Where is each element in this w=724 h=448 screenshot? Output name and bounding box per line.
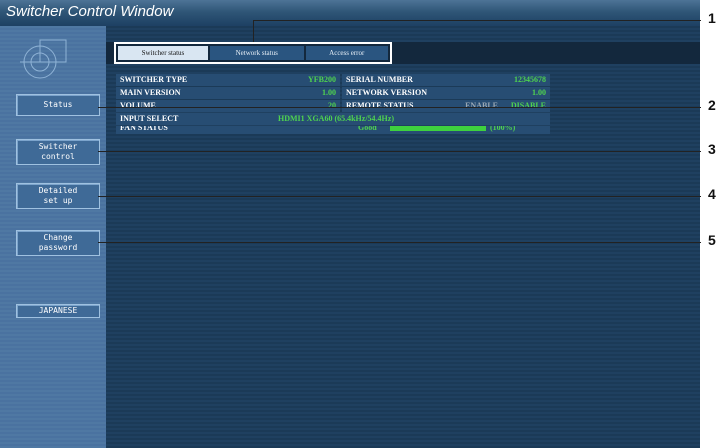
serial-number-label: SERIAL NUMBER xyxy=(342,74,442,86)
main-version-value: 1.00 xyxy=(216,87,340,99)
callout-number-1: 1 xyxy=(708,10,716,26)
callout-line-1 xyxy=(253,20,701,21)
table-row: INPUT SELECT HDMI1 XGA60 (65.4kHz/54.4Hz… xyxy=(116,113,550,125)
tab-switcher-status[interactable]: Switcher status xyxy=(118,46,208,60)
input-select-label: INPUT SELECT xyxy=(116,113,216,125)
table-row: MAIN VERSION 1.00 NETWORK VERSION 1.00 xyxy=(116,87,550,99)
table-row: VOLUME 20 REMOTE STATUS ENABLE DISABLE xyxy=(116,100,550,112)
network-version-label: NETWORK VERSION xyxy=(342,87,442,99)
input-select-value: HDMI1 XGA60 (65.4kHz/54.4Hz) xyxy=(216,113,550,125)
japanese-button[interactable]: JAPANESE xyxy=(16,304,100,318)
network-version-value: 1.00 xyxy=(442,87,550,99)
change-password-button[interactable]: Change password xyxy=(16,230,100,256)
tab-access-error[interactable]: Access error xyxy=(305,46,388,60)
sidebar: Status Switcher control Detailed set up … xyxy=(0,26,106,448)
callout-line-5 xyxy=(98,242,701,243)
switcher-status-table: SWITCHER TYPE YFB200 SERIAL NUMBER 12345… xyxy=(116,74,550,135)
fan-status-label: FAN STATUS xyxy=(116,126,216,134)
title-bar: Switcher Control Window xyxy=(0,0,700,26)
callout-number-4: 4 xyxy=(708,186,716,202)
callout-line-3 xyxy=(98,151,701,152)
switcher-type-label: SWITCHER TYPE xyxy=(116,74,216,86)
remote-status-enable: ENABLE xyxy=(442,100,502,112)
callout-line-2 xyxy=(98,107,701,108)
tab-network-status[interactable]: Network status xyxy=(209,46,304,60)
serial-number-value: 12345678 xyxy=(442,74,550,86)
callout-number-2: 2 xyxy=(708,97,716,113)
table-row: FAN STATUS Good (100%) xyxy=(116,126,550,134)
table-row: SWITCHER TYPE YFB200 SERIAL NUMBER 12345… xyxy=(116,74,550,86)
volume-label: VOLUME xyxy=(116,100,216,112)
fan-status-bar xyxy=(390,126,486,131)
main-content: Switcher status Network status Access er… xyxy=(106,26,700,448)
window-title: Switcher Control Window xyxy=(6,3,174,20)
callout-number-3: 3 xyxy=(708,141,716,157)
main-version-label: MAIN VERSION xyxy=(116,87,216,99)
callout-number-5: 5 xyxy=(708,232,716,248)
switcher-type-value: YFB200 xyxy=(216,74,340,86)
logo-icon xyxy=(20,39,67,79)
switcher-control-window: Switcher Control Window Status Switcher … xyxy=(0,0,700,448)
detailed-set-up-button[interactable]: Detailed set up xyxy=(16,183,100,209)
switcher-control-button[interactable]: Switcher control xyxy=(16,139,100,165)
fan-status-percent: (100%) xyxy=(486,126,550,134)
remote-status-label: REMOTE STATUS xyxy=(342,100,442,112)
callout-line-4 xyxy=(98,196,701,197)
volume-value: 20 xyxy=(216,100,340,112)
status-button[interactable]: Status xyxy=(16,94,100,116)
callout-line-1-vertical xyxy=(253,20,254,42)
remote-status-disable: DISABLE xyxy=(502,100,550,112)
tab-bar: Switcher status Network status Access er… xyxy=(114,42,392,64)
